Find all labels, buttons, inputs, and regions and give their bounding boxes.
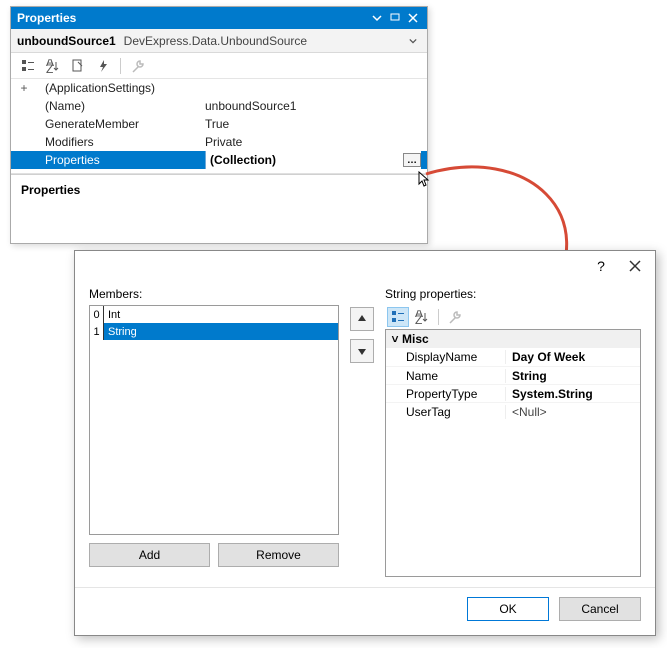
- property-row[interactable]: Properties(Collection)…: [11, 151, 427, 169]
- wrench-icon[interactable]: [444, 307, 466, 327]
- move-down-button[interactable]: [350, 339, 374, 363]
- members-label: Members:: [89, 287, 339, 301]
- property-row[interactable]: +(ApplicationSettings): [11, 79, 427, 97]
- propgrid-toolbar: AZ: [385, 305, 641, 329]
- toolbar-separator: [438, 309, 439, 325]
- help-icon[interactable]: ?: [591, 256, 611, 276]
- property-value[interactable]: <Null>: [506, 405, 640, 419]
- property-value[interactable]: unboundSource1: [205, 99, 421, 113]
- properties-panel: Properties unboundSource1 DevExpress.Dat…: [10, 6, 428, 244]
- close-icon[interactable]: [625, 256, 645, 276]
- remove-button[interactable]: Remove: [218, 543, 339, 567]
- property-name: (Name): [31, 99, 205, 113]
- property-row[interactable]: PropertyTypeSystem.String: [386, 384, 640, 402]
- property-grid[interactable]: ˅MiscDisplayNameDay Of WeekNameStringPro…: [385, 329, 641, 577]
- object-type: DevExpress.Data.UnboundSource: [124, 34, 307, 48]
- svg-text:Z: Z: [46, 62, 53, 73]
- chevron-down-icon[interactable]: ˅: [388, 332, 402, 346]
- svg-text:Z: Z: [415, 313, 422, 324]
- add-button[interactable]: Add: [89, 543, 210, 567]
- property-value[interactable]: System.String: [506, 387, 640, 401]
- property-value[interactable]: String: [506, 369, 640, 383]
- dialog-footer: OK Cancel: [75, 587, 655, 629]
- ellipsis-button[interactable]: …: [403, 153, 421, 167]
- list-index: 0: [90, 306, 104, 323]
- ok-button-label: OK: [499, 602, 516, 616]
- categorized-icon[interactable]: [17, 55, 39, 77]
- list-item[interactable]: 0Int: [90, 306, 338, 323]
- object-selector[interactable]: unboundSource1 DevExpress.Data.UnboundSo…: [11, 29, 427, 53]
- category-label: Misc: [402, 332, 429, 346]
- wrench-icon[interactable]: [127, 55, 149, 77]
- events-icon[interactable]: [92, 55, 114, 77]
- properties-title: Properties: [17, 11, 369, 25]
- property-value[interactable]: True: [205, 117, 421, 131]
- property-value[interactable]: Day Of Week: [506, 350, 640, 364]
- category-header[interactable]: ˅Misc: [386, 330, 640, 348]
- toolbar-separator: [120, 58, 121, 74]
- property-name: Modifiers: [31, 135, 205, 149]
- property-row[interactable]: UserTag<Null>: [386, 402, 640, 420]
- property-name: Properties: [31, 153, 205, 167]
- property-row[interactable]: (Name)unboundSource1: [11, 97, 427, 115]
- window-pin-icon[interactable]: [387, 10, 403, 26]
- object-name: unboundSource1: [17, 34, 116, 48]
- property-name: Name: [386, 369, 506, 383]
- dialog-titlebar[interactable]: ?: [75, 251, 655, 281]
- expand-icon[interactable]: +: [17, 81, 31, 95]
- description-pane: Properties: [11, 174, 427, 205]
- property-name: GenerateMember: [31, 117, 205, 131]
- properties-toolbar: AZ: [11, 53, 427, 79]
- property-value[interactable]: (Collection)…: [205, 151, 421, 169]
- property-row[interactable]: NameString: [386, 366, 640, 384]
- members-list[interactable]: 0Int1String: [89, 305, 339, 535]
- properties-titlebar[interactable]: Properties: [11, 7, 427, 29]
- property-name: DisplayName: [386, 350, 506, 364]
- collection-editor-dialog: ? Members: 0Int1String Add Remove: [74, 250, 656, 636]
- dropdown-icon[interactable]: [369, 10, 385, 26]
- property-name: PropertyType: [386, 387, 506, 401]
- cancel-button-label: Cancel: [581, 602, 618, 616]
- property-row[interactable]: DisplayNameDay Of Week: [386, 348, 640, 366]
- list-item-label: Int: [104, 306, 338, 323]
- list-index: 1: [90, 323, 104, 340]
- alphabetical-icon[interactable]: AZ: [411, 307, 433, 327]
- property-name: (ApplicationSettings): [31, 81, 205, 95]
- move-up-button[interactable]: [350, 307, 374, 331]
- chevron-down-icon[interactable]: [405, 34, 421, 48]
- remove-button-label: Remove: [256, 548, 301, 562]
- property-value[interactable]: Private: [205, 135, 421, 149]
- right-pane-label: String properties:: [385, 287, 641, 301]
- cancel-button[interactable]: Cancel: [559, 597, 641, 621]
- description-title: Properties: [21, 183, 417, 197]
- ok-button[interactable]: OK: [467, 597, 549, 621]
- property-name: UserTag: [386, 405, 506, 419]
- add-button-label: Add: [139, 548, 160, 562]
- list-item[interactable]: 1String: [90, 323, 338, 340]
- categorized-icon[interactable]: [387, 307, 409, 327]
- property-pages-icon[interactable]: [67, 55, 89, 77]
- close-icon[interactable]: [405, 10, 421, 26]
- alphabetical-icon[interactable]: AZ: [42, 55, 64, 77]
- property-grid: +(ApplicationSettings)(Name)unboundSourc…: [11, 79, 427, 169]
- list-item-label: String: [104, 323, 338, 340]
- property-row[interactable]: ModifiersPrivate: [11, 133, 427, 151]
- property-row[interactable]: GenerateMemberTrue: [11, 115, 427, 133]
